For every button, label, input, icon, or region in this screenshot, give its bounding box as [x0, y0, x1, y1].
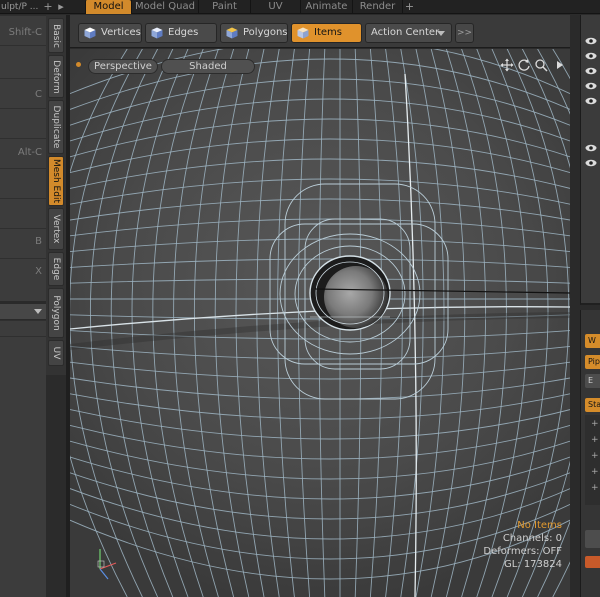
- tab-model-quad[interactable]: Model Quad: [131, 0, 198, 14]
- gl-polycount-info: GL: 173824: [503, 559, 562, 570]
- expand-plus-icon[interactable]: +: [591, 483, 599, 493]
- shortcut-label: B: [35, 236, 42, 247]
- top-tab-bar: ulpt/P ... + ▸ Model Model Quad Paint UV…: [0, 0, 600, 14]
- shading-dropdown[interactable]: Shaded: [161, 59, 255, 74]
- chevron-down-icon: [437, 31, 445, 36]
- edges-mode-button[interactable]: Edges: [145, 23, 217, 43]
- tool-property-row[interactable]: [0, 336, 46, 352]
- tab-overflow-arrow-icon[interactable]: ▸: [55, 0, 67, 14]
- selection-mode-toolbar: Vertices Edges Polygons Items Action Cen…: [70, 15, 580, 48]
- tool-property-row[interactable]: [0, 320, 46, 336]
- items-label: Items: [314, 27, 342, 38]
- tool-panel: Shift-C C Alt-C B X: [0, 15, 46, 597]
- tool-row[interactable]: [0, 108, 46, 138]
- tool-preset-dropdown[interactable]: [0, 304, 46, 320]
- properties-button-e[interactable]: E: [585, 374, 600, 388]
- eye-icon[interactable]: [585, 144, 597, 152]
- tool-row[interactable]: [0, 168, 46, 198]
- sphere-wireframe[interactable]: [70, 49, 570, 597]
- tool-row[interactable]: Shift-C: [0, 15, 46, 45]
- eye-icon[interactable]: [585, 67, 597, 75]
- tool-row[interactable]: X: [0, 258, 46, 288]
- vtab-polygon[interactable]: Polygon: [48, 288, 64, 338]
- expand-plus-icon[interactable]: +: [591, 435, 599, 445]
- properties-toggle-button[interactable]: [585, 530, 600, 548]
- panel-divider: [570, 15, 580, 597]
- tool-row[interactable]: B: [0, 228, 46, 258]
- items-mode-button[interactable]: Items: [291, 23, 362, 43]
- move-icon[interactable]: [500, 58, 514, 72]
- polygons-mode-button[interactable]: Polygons: [220, 23, 288, 43]
- channels-info: Channels: 0: [502, 533, 562, 544]
- vtab-mesh-edit[interactable]: Mesh Edit: [48, 156, 64, 206]
- viewport-menu-icon[interactable]: [76, 62, 81, 67]
- rotate-icon[interactable]: [517, 58, 531, 72]
- cube-icon: [84, 27, 96, 39]
- shortcut-label: Alt-C: [17, 147, 42, 158]
- cube-icon: [151, 27, 163, 39]
- eye-icon[interactable]: [585, 82, 597, 90]
- zoom-icon[interactable]: [534, 58, 548, 72]
- eye-icon[interactable]: [585, 37, 597, 45]
- viewport-options-arrow-icon[interactable]: [553, 58, 567, 72]
- tool-row[interactable]: [0, 198, 46, 228]
- edges-label: Edges: [168, 27, 199, 38]
- layout-tab-sculpt[interactable]: ulpt/P ...: [0, 0, 40, 14]
- tool-row[interactable]: Alt-C: [0, 138, 46, 168]
- deformers-info: Deformers: OFF: [483, 546, 562, 557]
- vtab-vertex[interactable]: Vertex: [48, 208, 64, 250]
- expand-plus-icon[interactable]: +: [591, 467, 599, 477]
- viewport-header: Perspective Shaded: [70, 49, 570, 74]
- eye-icon[interactable]: [585, 159, 597, 167]
- expand-plus-icon[interactable]: +: [591, 451, 599, 461]
- tab-uv[interactable]: UV: [250, 0, 300, 14]
- vertices-mode-button[interactable]: Vertices: [78, 23, 142, 43]
- record-button[interactable]: [585, 556, 600, 568]
- add-tab-plus-icon[interactable]: +: [402, 0, 416, 14]
- cube-icon: [226, 27, 238, 39]
- polygons-label: Polygons: [243, 27, 288, 38]
- chevron-down-icon: [34, 309, 42, 314]
- vtab-uv[interactable]: UV: [48, 340, 64, 366]
- properties-button-w[interactable]: W: [585, 334, 600, 348]
- cube-icon: [297, 27, 309, 39]
- properties-list[interactable]: + + + + +: [585, 415, 600, 505]
- tab-animate[interactable]: Animate: [300, 0, 352, 14]
- action-center-label: Action Center: [371, 27, 440, 38]
- tab-render[interactable]: Render: [352, 0, 402, 14]
- item-list-panel: [580, 15, 600, 305]
- eye-icon[interactable]: [585, 97, 597, 105]
- shortcut-label: X: [35, 266, 42, 277]
- tool-row[interactable]: [0, 45, 46, 78]
- selection-info: No Items: [517, 520, 562, 531]
- tab-paint[interactable]: Paint: [198, 0, 250, 14]
- tool-row[interactable]: C: [0, 78, 46, 108]
- expand-plus-icon[interactable]: +: [591, 419, 599, 429]
- vtab-duplicate[interactable]: Duplicate: [48, 100, 64, 154]
- vertices-label: Vertices: [101, 27, 141, 38]
- view-type-dropdown[interactable]: Perspective: [88, 59, 158, 74]
- tab-model[interactable]: Model: [85, 0, 131, 14]
- vtab-edge[interactable]: Edge: [48, 252, 64, 286]
- vtab-deform[interactable]: Deform: [48, 55, 64, 98]
- properties-button-sta[interactable]: Sta: [585, 398, 600, 412]
- 3d-viewport[interactable]: Perspective Shaded No Items Channels: 0 …: [70, 49, 570, 597]
- add-layout-plus-icon[interactable]: +: [43, 0, 53, 14]
- properties-panel: W Pip E Sta + + + + +: [580, 310, 600, 597]
- action-center-dropdown[interactable]: Action Center: [365, 23, 452, 43]
- toolbar-overflow-button[interactable]: >>: [455, 23, 474, 43]
- vertical-tab-strip: Basic Deform Duplicate Mesh Edit Vertex …: [46, 15, 66, 375]
- shortcut-label: C: [35, 89, 42, 100]
- eye-icon[interactable]: [585, 52, 597, 60]
- properties-button-pip[interactable]: Pip: [585, 355, 600, 369]
- shortcut-label: Shift-C: [8, 27, 42, 38]
- vtab-basic[interactable]: Basic: [48, 18, 64, 53]
